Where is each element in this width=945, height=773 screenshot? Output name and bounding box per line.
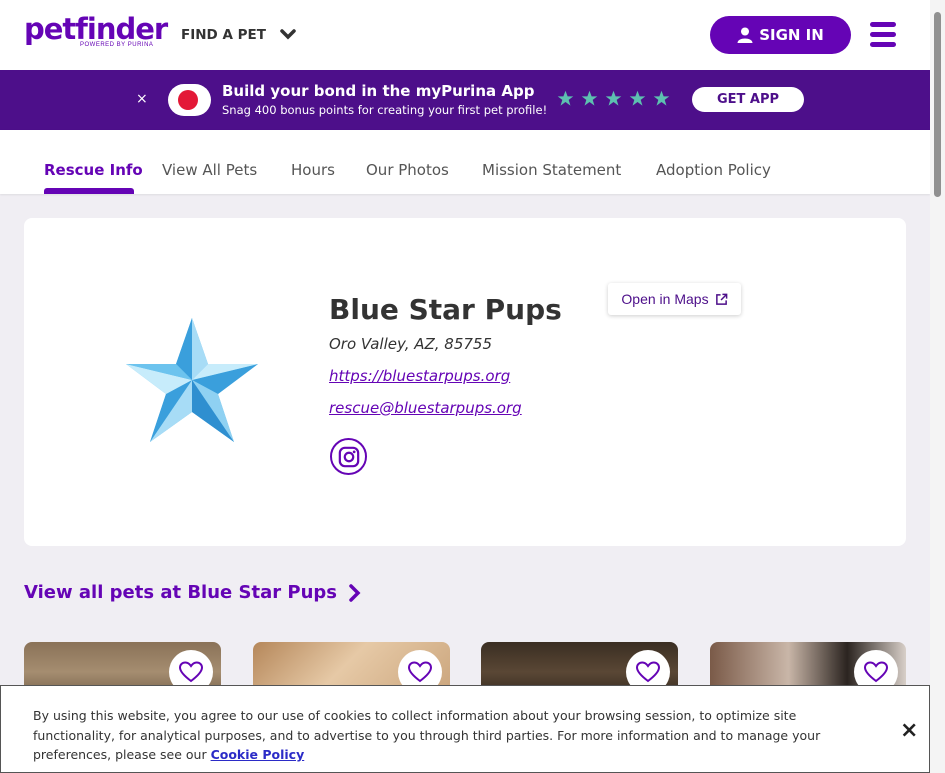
site-header: petfinder POWERED BY PURINA FIND A PET S…	[0, 0, 930, 70]
tab-hours[interactable]: Hours	[291, 161, 335, 179]
tab-adoption-policy[interactable]: Adoption Policy	[656, 161, 771, 179]
tab-rescue-info[interactable]: Rescue Info	[44, 161, 143, 179]
chevron-down-icon	[280, 29, 296, 40]
cookie-message: By using this website, you agree to our …	[33, 708, 821, 762]
chevron-right-icon	[349, 583, 361, 602]
scrollbar-thumb[interactable]	[934, 12, 941, 197]
rescue-tabs: Rescue Info View All Pets Hours Our Phot…	[0, 130, 930, 194]
get-app-button[interactable]: GET APP	[692, 87, 804, 112]
cookie-consent-banner: By using this website, you agree to our …	[0, 685, 930, 773]
close-icon[interactable]: ×	[900, 720, 918, 742]
mypurina-app-icon	[168, 84, 211, 116]
petfinder-logo[interactable]: petfinder POWERED BY PURINA	[24, 12, 168, 48]
find-a-pet-menu[interactable]: FIND A PET	[181, 27, 296, 43]
instagram-icon[interactable]	[330, 438, 367, 475]
sign-in-button[interactable]: SIGN IN	[710, 16, 851, 54]
rescue-location: Oro Valley, AZ, 85755	[329, 335, 493, 353]
tab-our-photos[interactable]: Our Photos	[366, 161, 449, 179]
external-link-icon	[715, 293, 727, 305]
star-icon	[557, 90, 574, 106]
app-rating-stars	[557, 90, 670, 107]
user-icon	[737, 27, 753, 43]
open-in-maps-label: Open in Maps	[621, 291, 709, 307]
rescue-email-link[interactable]: rescue@bluestarpups.org	[329, 399, 522, 417]
rescue-name: Blue Star Pups	[329, 293, 562, 326]
tab-view-all-pets[interactable]: View All Pets	[162, 161, 257, 179]
tab-mission-statement[interactable]: Mission Statement	[482, 161, 621, 179]
active-tab-indicator	[44, 188, 134, 194]
find-a-pet-label: FIND A PET	[181, 27, 266, 43]
menu-hamburger-icon[interactable]	[870, 22, 896, 47]
blue-star-logo	[126, 318, 258, 442]
logo-wordmark: petfinder	[24, 12, 168, 46]
star-icon	[653, 90, 670, 106]
view-all-pets-link[interactable]: View all pets at Blue Star Pups	[24, 582, 361, 603]
star-icon	[605, 90, 622, 106]
view-all-pets-label: View all pets at Blue Star Pups	[24, 582, 337, 603]
promo-subtitle: Snag 400 bonus points for creating your …	[222, 103, 548, 117]
sign-in-label: SIGN IN	[759, 26, 824, 44]
star-icon	[629, 90, 646, 106]
page-scrollbar[interactable]	[930, 0, 945, 773]
promo-title: Build your bond in the myPurina App	[222, 82, 535, 100]
rescue-website-link[interactable]: https://bluestarpups.org	[329, 367, 510, 385]
open-in-maps-button[interactable]: Open in Maps	[608, 283, 741, 315]
cookie-text: By using this website, you agree to our …	[33, 706, 833, 765]
star-icon	[581, 90, 598, 106]
rescue-info-card: Blue Star Pups Oro Valley, AZ, 85755 htt…	[24, 218, 906, 546]
cookie-policy-link[interactable]: Cookie Policy	[211, 747, 305, 762]
close-icon[interactable]: ×	[136, 91, 148, 107]
